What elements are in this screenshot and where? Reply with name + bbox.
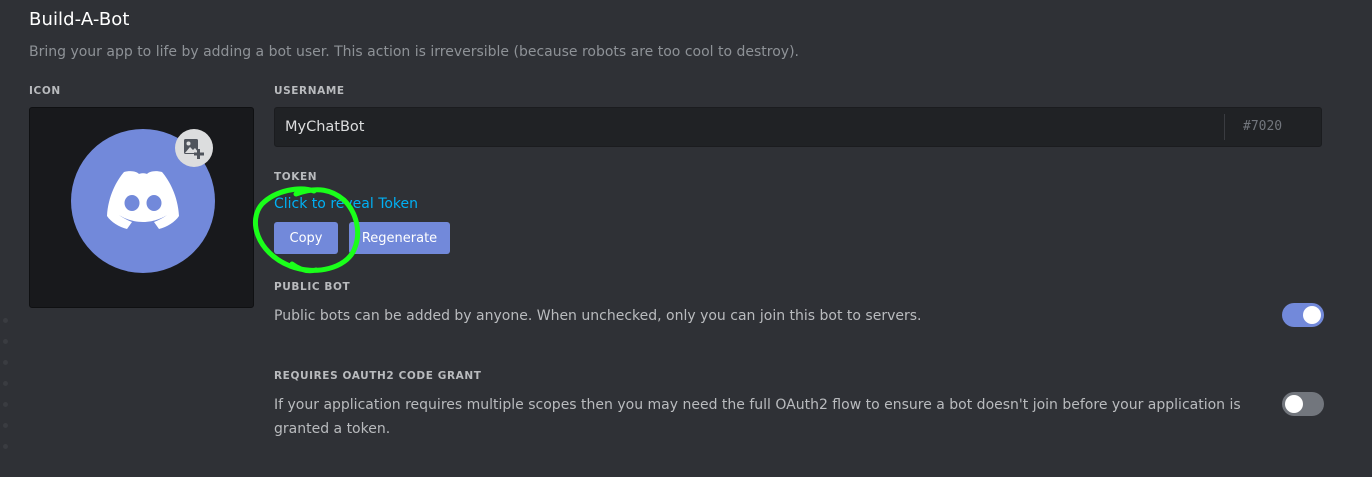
- toggle-knob: [1303, 306, 1321, 324]
- bot-icon-uploader[interactable]: [29, 107, 254, 308]
- reveal-token-link[interactable]: Click to reveal Token: [274, 196, 418, 212]
- upload-avatar-button[interactable]: [175, 129, 213, 167]
- toggle-knob: [1285, 395, 1303, 413]
- username-input[interactable]: [275, 108, 1223, 146]
- build-a-bot-page: Build-A-Bot Bring your app to life by ad…: [0, 0, 1372, 477]
- oauth2-grant-toggle[interactable]: [1282, 392, 1324, 416]
- icon-label: ICON: [29, 85, 61, 97]
- username-divider: [1224, 114, 1225, 140]
- discord-logo-icon: [107, 171, 179, 229]
- regenerate-token-button[interactable]: Regenerate: [349, 222, 450, 254]
- public-bot-description: Public bots can be added by anyone. When…: [274, 308, 922, 324]
- sidebar-edge-dots: [3, 318, 9, 465]
- add-image-icon: [184, 139, 204, 159]
- username-label: USERNAME: [274, 85, 345, 97]
- username-field: #7020: [274, 107, 1322, 147]
- section-title: Build-A-Bot: [29, 9, 130, 30]
- public-bot-toggle[interactable]: [1282, 303, 1324, 327]
- section-subtitle: Bring your app to life by adding a bot u…: [29, 44, 799, 60]
- token-label: TOKEN: [274, 171, 318, 183]
- public-bot-label: PUBLIC BOT: [274, 281, 351, 293]
- discriminator: #7020: [1243, 119, 1283, 134]
- oauth2-grant-label: REQUIRES OAUTH2 CODE GRANT: [274, 370, 482, 382]
- oauth2-grant-description: If your application requires multiple sc…: [274, 397, 1241, 437]
- copy-token-button[interactable]: Copy: [274, 222, 338, 254]
